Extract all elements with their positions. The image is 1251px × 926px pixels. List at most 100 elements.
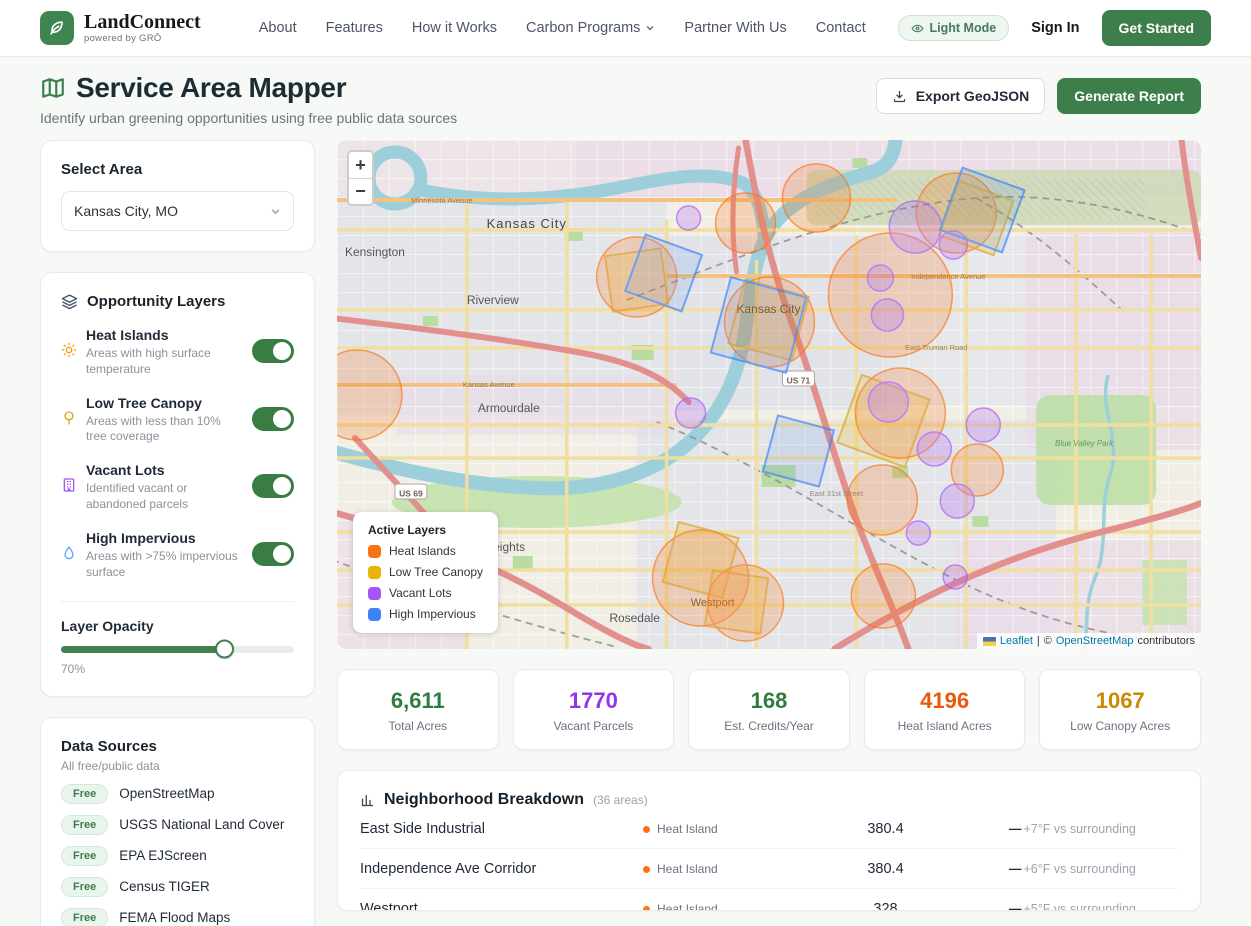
zoom-out-button[interactable]: −: [349, 178, 372, 204]
page-subtitle: Identify urban greening opportunities us…: [40, 110, 457, 126]
download-icon: [892, 89, 907, 104]
brand-tagline: powered by GRŌ: [84, 33, 201, 44]
attribution-separator: |: [1037, 635, 1040, 647]
layers-icon: [61, 293, 78, 310]
layer-name: Heat Islands: [86, 327, 252, 343]
map-attribution: Leaflet | © OpenStreetMap contributors: [977, 633, 1201, 649]
sign-in-link[interactable]: Sign In: [1031, 20, 1079, 36]
stat-label: Total Acres: [344, 719, 492, 733]
high-impervious-swatch: [368, 608, 381, 621]
free-badge: Free: [61, 784, 108, 804]
droplet-icon: [61, 545, 77, 561]
nav-item-about[interactable]: About: [259, 20, 297, 36]
map-overlay-vacant: [906, 521, 930, 545]
openstreetmap-link[interactable]: OpenStreetMap: [1056, 635, 1134, 647]
map-label: Kensington: [345, 245, 405, 259]
map-overlay-heat: [828, 233, 952, 357]
map-legend: Active Layers Heat Islands Low Tree Cano…: [353, 512, 498, 633]
table-row: Independence Ave Corridor Heat Island 38…: [360, 849, 1178, 889]
neighborhood-breakdown-panel: Neighborhood Breakdown (36 areas) East S…: [337, 770, 1201, 911]
opacity-slider[interactable]: [61, 646, 294, 653]
nav-item-features[interactable]: Features: [326, 20, 383, 36]
layer-row-vacant-lots: Vacant Lots Identified vacant or abandon…: [61, 462, 294, 513]
layer-desc: Areas with >75% impervious surface: [86, 549, 238, 581]
layer-toggle-high-impervious[interactable]: [252, 542, 294, 566]
layer-name: Vacant Lots: [86, 462, 252, 478]
nav-item-carbon-programs[interactable]: Carbon Programs: [526, 20, 655, 36]
area-select[interactable]: Kansas City, MO: [61, 191, 294, 231]
map-overlay-vacant: [943, 565, 967, 589]
map-label: Rosedale: [609, 611, 660, 625]
data-sources-title: Data Sources: [61, 738, 294, 755]
highway-shield: US 69: [395, 484, 427, 499]
legend-label: High Impervious: [389, 607, 476, 621]
free-badge: Free: [61, 815, 108, 835]
bar-chart-icon: [360, 793, 375, 808]
acres-value: 380.4: [828, 861, 943, 877]
neighborhood-name: Westport: [360, 901, 643, 911]
area-select-value: Kansas City, MO: [74, 203, 178, 219]
leaflet-link[interactable]: Leaflet: [1000, 635, 1033, 647]
stat-label: Vacant Parcels: [520, 719, 668, 733]
temp-delta: —+6°F vs surrounding: [943, 862, 1178, 876]
tag-label: Heat Island: [657, 862, 718, 876]
dash: —: [1009, 862, 1022, 876]
svg-text:US 69: US 69: [399, 488, 423, 498]
data-source-item: Free Census TIGER: [61, 877, 294, 897]
temp-delta: —+7°F vs surrounding: [943, 822, 1178, 836]
opacity-slider-knob[interactable]: [215, 640, 234, 659]
map[interactable]: Kansas CityKensingtonRiverviewKansas Cit…: [337, 140, 1201, 649]
map-overlay-heat: [708, 565, 784, 641]
nav-item-contact[interactable]: Contact: [816, 20, 866, 36]
chevron-down-icon: [645, 23, 655, 33]
theme-toggle-label: Light Mode: [930, 21, 997, 35]
layer-toggle-low-tree-canopy[interactable]: [252, 407, 294, 431]
map-legend-title: Active Layers: [368, 523, 483, 537]
attribution-copyright: ©: [1044, 635, 1052, 647]
export-geojson-button[interactable]: Export GeoJSON: [876, 78, 1046, 114]
leaf-logo-icon: [40, 11, 74, 45]
tag-dot: [643, 826, 650, 833]
legend-label: Low Tree Canopy: [389, 565, 483, 579]
highway-shield: US 71: [782, 371, 814, 386]
map-overlay-vacant: [940, 484, 974, 518]
stat-label: Low Canopy Acres: [1046, 719, 1194, 733]
stat-value: 1770: [520, 688, 668, 714]
heat-islands-swatch: [368, 545, 381, 558]
map-label: Riverview: [467, 293, 519, 307]
legend-label: Heat Islands: [389, 544, 456, 558]
free-badge: Free: [61, 877, 108, 897]
layer-row-low-tree-canopy: Low Tree Canopy Areas with less than 10%…: [61, 395, 294, 446]
data-sources-panel: Data Sources All free/public data Free O…: [40, 717, 315, 926]
legend-item-heat-islands: Heat Islands: [368, 544, 483, 558]
layer-toggle-vacant-lots[interactable]: [252, 474, 294, 498]
zoom-in-button[interactable]: +: [349, 152, 372, 178]
layer-toggle-heat-islands[interactable]: [252, 339, 294, 363]
layers-panel-title: Opportunity Layers: [87, 293, 225, 310]
data-source-item: Free OpenStreetMap: [61, 784, 294, 804]
export-geojson-label: Export GeoJSON: [916, 88, 1030, 104]
layer-desc: Identified vacant or abandoned parcels: [86, 481, 238, 513]
nav-item-how-it-works[interactable]: How it Works: [412, 20, 497, 36]
vacant-lots-swatch: [368, 587, 381, 600]
brand-logo[interactable]: LandConnect powered by GRŌ: [40, 11, 201, 45]
legend-item-vacant-lots: Vacant Lots: [368, 586, 483, 600]
free-badge: Free: [61, 908, 108, 926]
building-icon: [61, 477, 77, 493]
nav-item-partner-with-us[interactable]: Partner With Us: [684, 20, 786, 36]
map-label: Armourdale: [478, 401, 540, 415]
legend-item-high-impervious: High Impervious: [368, 607, 483, 621]
theme-toggle[interactable]: Light Mode: [898, 15, 1010, 41]
map-label: Kansas City: [487, 216, 567, 231]
get-started-button[interactable]: Get Started: [1102, 10, 1211, 46]
stat-card-heat-island-acres: 4196 Heat Island Acres: [864, 669, 1026, 750]
map-label: Kansas Avenue: [463, 380, 515, 389]
generate-report-button[interactable]: Generate Report: [1057, 78, 1201, 114]
legend-label: Vacant Lots: [389, 586, 451, 600]
map-overlay-heat: [851, 564, 915, 628]
sidebar: Select Area Kansas City, MO Opportunity …: [40, 140, 315, 926]
eye-icon: [911, 22, 924, 35]
legend-item-low-tree-canopy: Low Tree Canopy: [368, 565, 483, 579]
delta-text: +5°F vs surrounding: [1024, 902, 1136, 911]
free-badge: Free: [61, 846, 108, 866]
